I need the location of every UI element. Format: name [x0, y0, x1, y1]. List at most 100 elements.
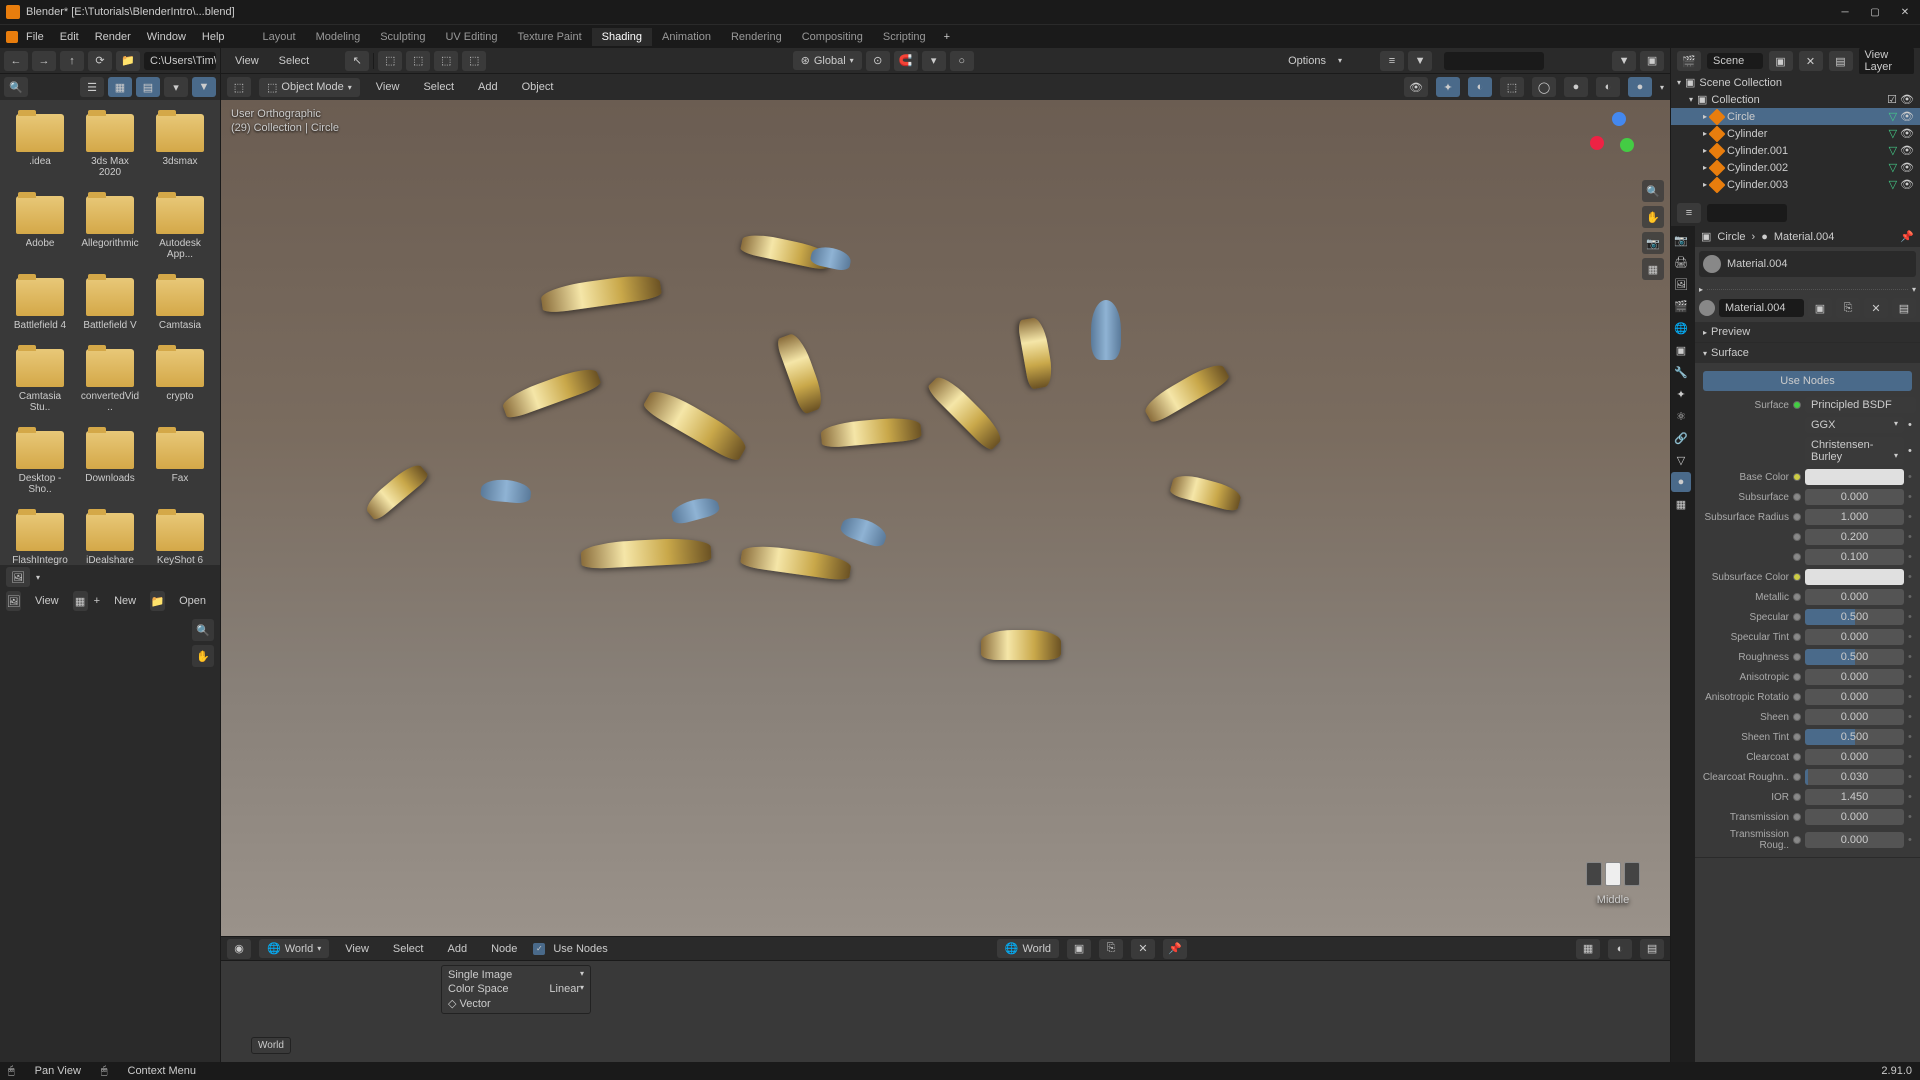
add-workspace-button[interactable]: + [936, 28, 958, 46]
copy-world-icon[interactable]: ⎘ [1099, 939, 1123, 959]
node-graph[interactable]: World Single Image▾ Color SpaceLinear▾ ◇… [221, 961, 1670, 1062]
socket-icon[interactable] [1793, 836, 1801, 844]
properties-search[interactable] [1707, 204, 1787, 222]
select-mode-1-icon[interactable]: ⬚ [378, 51, 402, 71]
socket-icon[interactable] [1793, 693, 1801, 701]
value-slider[interactable]: 0.000 [1805, 749, 1904, 765]
viewlayer-name[interactable]: View Layer [1859, 47, 1915, 75]
node-select-menu[interactable]: Select [385, 940, 432, 958]
socket-icon[interactable] [1793, 573, 1801, 581]
folder-item[interactable]: Downloads [78, 425, 142, 501]
socket-icon[interactable] [1793, 613, 1801, 621]
keyframe-dot-icon[interactable]: • [1908, 491, 1916, 503]
delete-scene-icon[interactable]: ✕ [1799, 51, 1823, 71]
snap-type-icon[interactable]: ▾ [922, 51, 946, 71]
shader-type-dropdown[interactable]: 🌐World▾ [259, 939, 329, 958]
socket-icon[interactable] [1793, 753, 1801, 761]
tab-layout[interactable]: Layout [253, 28, 306, 46]
socket-icon[interactable] [1793, 493, 1801, 501]
pan-viewport-icon[interactable]: ✋ [1642, 206, 1664, 228]
keyframe-dot-icon[interactable]: • [1908, 671, 1916, 683]
material-link-icon[interactable]: ▽ [1889, 161, 1897, 174]
tab-material-icon[interactable]: ● [1671, 472, 1691, 492]
world-node[interactable]: World [251, 1037, 291, 1054]
socket-icon[interactable] [1793, 773, 1801, 781]
scene-name[interactable]: Scene [1707, 53, 1763, 69]
shade-matprev-icon[interactable]: ◐ [1596, 77, 1620, 97]
outliner-item[interactable]: ▸Cylinder.003▽👁 [1671, 176, 1920, 193]
eye-icon[interactable]: 👁 [1900, 127, 1914, 140]
tab-scene-icon[interactable]: 🎬 [1671, 296, 1691, 316]
unlink-world-icon[interactable]: ✕ [1131, 939, 1155, 959]
add-menu-vp[interactable]: Add [470, 78, 506, 96]
outliner-item[interactable]: ▸Cylinder.002▽👁 [1671, 159, 1920, 176]
keyframe-dot-icon[interactable]: • [1908, 691, 1916, 703]
keyframe-dot-icon[interactable]: • [1908, 731, 1916, 743]
folder-item[interactable]: Camtasia Stu.. [8, 343, 72, 419]
material-link-icon[interactable]: ▽ [1889, 178, 1897, 191]
folder-item[interactable]: Battlefield V [78, 272, 142, 337]
backdrop-icon[interactable]: ▤ [1640, 939, 1664, 959]
tab-object-icon[interactable]: ▣ [1671, 340, 1691, 360]
gizmo-icon[interactable]: ✦ [1436, 77, 1460, 97]
keyframe-dot-icon[interactable]: • [1908, 551, 1916, 563]
socket-icon[interactable] [1793, 713, 1801, 721]
refresh-button[interactable]: ⟳ [88, 51, 112, 71]
material-name-input[interactable]: Material.004 [1719, 299, 1804, 317]
socket-icon[interactable] [1793, 733, 1801, 741]
keyframe-dot-icon[interactable]: • [1908, 631, 1916, 643]
eye-icon[interactable]: 👁 [1900, 144, 1914, 157]
xray-icon[interactable]: ⬚ [1500, 77, 1524, 97]
subsurface-method-dropdown[interactable]: Christensen-Burley▾ [1805, 437, 1904, 465]
value-slider[interactable]: 0.500 [1805, 729, 1904, 745]
new-collection-icon[interactable]: ▣ [1640, 51, 1664, 71]
pivot-icon[interactable]: ⊙ [866, 51, 890, 71]
tab-particle-icon[interactable]: ✦ [1671, 384, 1691, 404]
folder-item[interactable]: Desktop - Sho.. [8, 425, 72, 501]
keyframe-dot-icon[interactable]: • [1908, 511, 1916, 523]
folder-item[interactable]: .idea [8, 108, 72, 184]
surface-panel-header[interactable]: ▾Surface [1695, 343, 1920, 363]
tab-output-icon[interactable]: 🖨 [1671, 252, 1691, 272]
node-panel[interactable]: Single Image▾ Color SpaceLinear▾ ◇ Vecto… [441, 965, 591, 1014]
scene-icon[interactable]: 🎬 [1677, 51, 1701, 71]
use-nodes-checkbox[interactable]: ✓ [533, 943, 545, 955]
menu-edit[interactable]: Edit [52, 28, 87, 46]
scene-collection-row[interactable]: ▾ ▣ Scene Collection [1671, 74, 1920, 91]
filter-restrict-icon[interactable]: ▼ [1612, 51, 1636, 71]
value-slider[interactable]: 0.100 [1805, 549, 1904, 565]
unlink-material-icon[interactable]: ✕ [1864, 298, 1888, 318]
value-slider[interactable]: 0.030 [1805, 769, 1904, 785]
socket-icon[interactable] [1793, 673, 1801, 681]
back-button[interactable]: ← [4, 51, 28, 71]
keyframe-dot-icon[interactable]: • [1908, 834, 1916, 846]
folder-item[interactable]: Allegorithmic [78, 190, 142, 266]
gizmo-y-icon[interactable] [1620, 138, 1634, 152]
outliner-item[interactable]: ▸Circle▽👁 [1671, 108, 1920, 125]
tab-render-icon[interactable]: 📷 [1671, 230, 1691, 250]
outliner[interactable]: ▾ ▣ Scene Collection ▾ ▣ Collection ☑👁 ▸… [1671, 74, 1920, 200]
node-add-menu[interactable]: Add [439, 940, 475, 958]
selectability-icon[interactable]: 👁 [1404, 77, 1428, 97]
value-slider[interactable]: 1.450 [1805, 789, 1904, 805]
eye-icon[interactable]: 👁 [1900, 178, 1914, 191]
collection-row[interactable]: ▾ ▣ Collection ☑👁 [1671, 91, 1920, 108]
nav-gizmo[interactable] [1590, 112, 1650, 172]
3d-viewport[interactable]: User Orthographic (29) Collection | Circ… [221, 100, 1670, 936]
pin-icon[interactable]: 📌 [1163, 939, 1187, 959]
new-material-icon[interactable]: ▣ [1808, 298, 1832, 318]
value-slider[interactable]: 0.000 [1805, 809, 1904, 825]
editor-type-icon[interactable]: ≡ [1380, 51, 1404, 71]
zoom-viewport-icon[interactable]: 🔍 [1642, 180, 1664, 202]
display-thumb-icon[interactable]: ▤ [136, 77, 160, 97]
keyframe-dot-icon[interactable]: • [1908, 591, 1916, 603]
sort-dropdown[interactable]: ▾ [164, 77, 188, 97]
editor-type-icon[interactable]: 🖼 [6, 567, 30, 587]
socket-icon[interactable] [1793, 813, 1801, 821]
shade-render-icon[interactable]: ● [1628, 77, 1652, 97]
mode-dropdown[interactable]: ⬚Object Mode▾ [259, 78, 360, 97]
outliner-item[interactable]: ▸Cylinder▽👁 [1671, 125, 1920, 142]
checkbox-icon[interactable]: ☑ [1887, 93, 1897, 106]
editor-type-shader-icon[interactable]: ◉ [227, 939, 251, 959]
folder-item[interactable]: iDealshare Vi... [78, 507, 142, 565]
